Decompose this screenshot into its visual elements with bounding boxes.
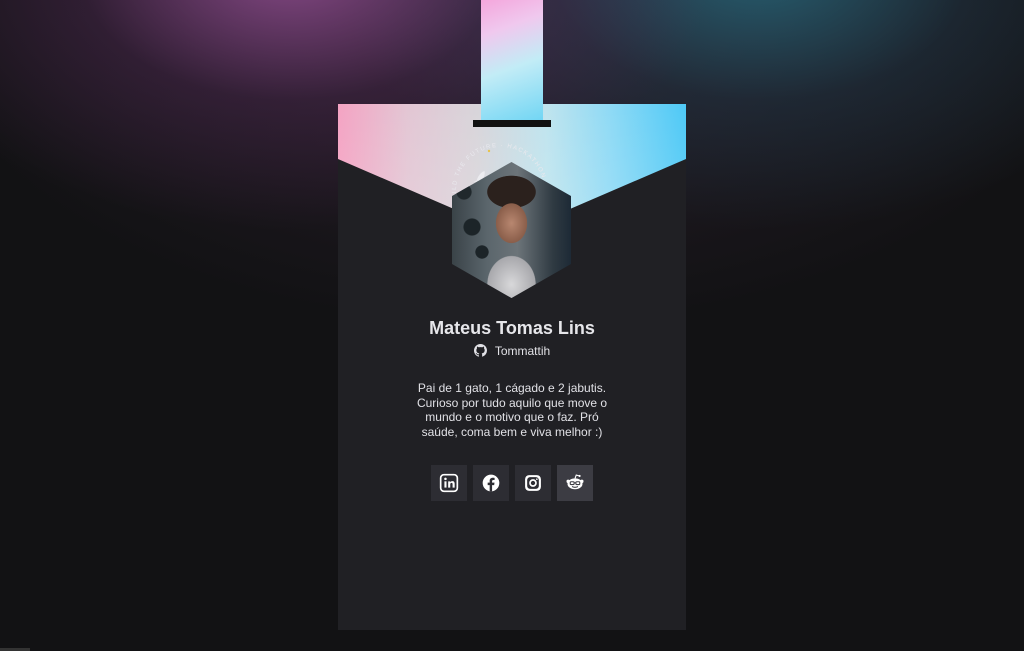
github-username: Tommattih xyxy=(494,344,551,358)
linkedin-button[interactable] xyxy=(431,465,467,501)
profile-bio: Pai de 1 gato, 1 cágado e 2 jabutis. Cur… xyxy=(416,381,608,439)
social-links xyxy=(431,465,593,501)
instagram-icon xyxy=(525,475,541,491)
profile-name: Mateus Tomas Lins xyxy=(429,318,595,338)
facebook-icon xyxy=(482,474,500,492)
lanyard-clip xyxy=(473,120,551,127)
github-link[interactable]: Tommattih xyxy=(338,343,686,359)
reddit-button[interactable] xyxy=(557,465,593,501)
facebook-button[interactable] xyxy=(473,465,509,501)
github-icon xyxy=(473,344,487,357)
lanyard-strap xyxy=(481,0,543,122)
reddit-icon xyxy=(566,474,584,490)
instagram-button[interactable] xyxy=(515,465,551,501)
linkedin-icon xyxy=(439,473,459,493)
